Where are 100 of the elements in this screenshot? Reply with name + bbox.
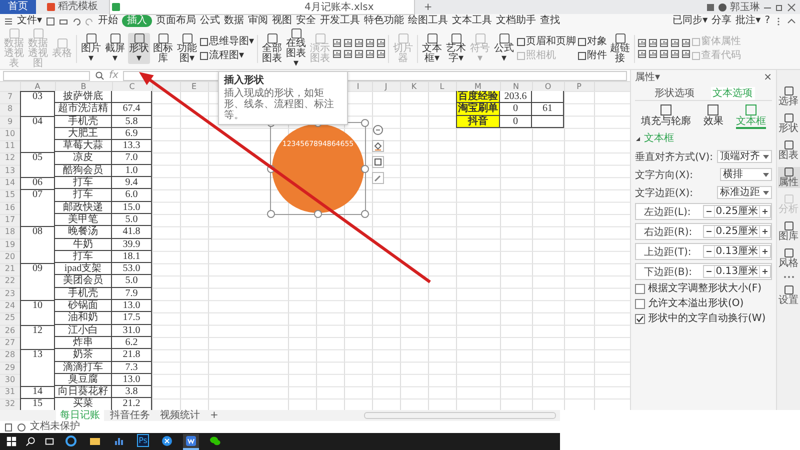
- ribbon-button[interactable]: 形状▾: [128, 33, 150, 64]
- column-header[interactable]: I: [344, 82, 372, 91]
- sidebar-item[interactable]: 选择: [778, 86, 800, 107]
- sidebar-item[interactable]: 图表: [778, 140, 800, 161]
- menu-tab[interactable]: 特色功能: [364, 14, 404, 28]
- menu-tab[interactable]: 数据: [224, 14, 244, 28]
- column-header[interactable]: L: [428, 82, 456, 91]
- start-icon[interactable]: [6, 436, 17, 447]
- chart-type-icon[interactable]: [377, 39, 386, 47]
- ribbon-button[interactable]: 在线图表▾: [285, 28, 308, 69]
- menu-tab[interactable]: 审阅: [248, 14, 268, 28]
- search-icon[interactable]: [25, 436, 36, 447]
- more-icon[interactable]: [782, 275, 794, 279]
- chart-type-icon[interactable]: [638, 39, 646, 47]
- chart-type-icon[interactable]: [649, 50, 658, 58]
- horizontal-scrollbar[interactable]: [364, 412, 556, 419]
- menu-tab[interactable]: 文档助手: [496, 14, 536, 28]
- sidebar-item[interactable]: 设置: [778, 285, 800, 306]
- chart-type-icon[interactable]: [671, 50, 680, 58]
- menu-tab[interactable]: 公式: [200, 14, 220, 28]
- chart-type-icon[interactable]: [682, 39, 690, 47]
- column-header[interactable]: M: [456, 82, 500, 91]
- chart-type-icon[interactable]: [355, 50, 364, 58]
- plus-icon[interactable]: [760, 246, 770, 257]
- sidebar-item[interactable]: 图库: [778, 221, 800, 242]
- column-header[interactable]: N: [500, 82, 532, 91]
- toolbar-action[interactable]: 分享: [712, 14, 732, 28]
- dropdown-field[interactable]: 顶端对齐: [717, 150, 772, 163]
- menu-tab[interactable]: 安全: [296, 14, 316, 28]
- chart-type-icon[interactable]: [333, 39, 342, 47]
- resize-handle[interactable]: [361, 210, 369, 218]
- toolbar-action[interactable]: 已同步▾: [672, 14, 708, 28]
- ribbon-button[interactable]: 公式▾: [493, 33, 516, 64]
- sheet-tab[interactable]: 视频统计: [156, 410, 204, 421]
- ribbon-button[interactable]: 图标库: [152, 33, 174, 64]
- chart-type-icon[interactable]: [660, 50, 668, 58]
- restore-icon[interactable]: [775, 2, 784, 12]
- save-icon[interactable]: [46, 16, 56, 26]
- ribbon-button[interactable]: 流程图▾: [200, 50, 254, 61]
- print-icon[interactable]: [59, 16, 68, 26]
- column-header[interactable]: C: [112, 82, 152, 91]
- ribbon-button[interactable]: 思维导图▾: [200, 36, 254, 47]
- column-header[interactable]: J: [372, 82, 400, 91]
- close-icon[interactable]: [787, 2, 796, 12]
- document-tab[interactable]: 稻壳模板: [39, 0, 106, 14]
- ribbon-button[interactable]: 超链接: [609, 33, 632, 64]
- document-icon[interactable]: [4, 422, 13, 432]
- panel-subtab[interactable]: 效果: [703, 104, 724, 129]
- chart-type-icon[interactable]: [638, 50, 646, 58]
- chart-type-icon[interactable]: [660, 39, 668, 47]
- minus-circle-icon[interactable]: [372, 124, 384, 136]
- taskbar-app-button[interactable]: [63, 434, 79, 450]
- resize-handle[interactable]: [314, 210, 322, 218]
- menu-tab[interactable]: 页面布局: [156, 14, 196, 28]
- file-menu[interactable]: 文件▾: [17, 14, 42, 28]
- user-name[interactable]: 郭玉琳: [730, 0, 760, 14]
- menu-tab[interactable]: 绘图工具: [408, 14, 448, 28]
- status-text[interactable]: 文档未保护: [30, 421, 80, 433]
- search-button[interactable]: 查找: [540, 14, 560, 28]
- chart-type-icon[interactable]: [671, 39, 680, 47]
- fill-icon[interactable]: [372, 140, 384, 152]
- plus-icon[interactable]: [760, 206, 770, 217]
- new-tab-button[interactable]: +: [418, 0, 438, 14]
- column-header[interactable]: P: [564, 82, 594, 91]
- dropdown-field[interactable]: 标准边距: [717, 186, 772, 199]
- resize-handle[interactable]: [361, 119, 369, 127]
- document-tab[interactable]: 4月记账本.xlsx: [109, 0, 415, 15]
- plus-icon[interactable]: [760, 266, 770, 277]
- column-header[interactable]: A: [20, 82, 55, 91]
- sheet-tab[interactable]: 抖音任务: [106, 410, 154, 421]
- menu-tab[interactable]: 视图: [272, 14, 292, 28]
- ribbon-button[interactable]: 全部图表: [261, 33, 284, 64]
- collapse-icon[interactable]: [787, 16, 796, 26]
- menu-tab[interactable]: 开发工具: [320, 14, 360, 28]
- ribbon-button[interactable]: 页眉和页脚: [517, 36, 576, 47]
- chart-type-icon[interactable]: [355, 39, 364, 47]
- undo-icon[interactable]: [72, 16, 82, 26]
- menu-tab[interactable]: 开始: [98, 14, 118, 28]
- checkbox[interactable]: [635, 314, 645, 324]
- sidebar-item[interactable]: 属性: [778, 167, 800, 188]
- ribbon-button[interactable]: 文本框▾: [421, 33, 444, 64]
- column-header[interactable]: O: [532, 82, 564, 91]
- resize-handle[interactable]: [267, 210, 275, 218]
- document-tab[interactable]: 首页: [0, 0, 36, 14]
- menu-icon[interactable]: [4, 16, 13, 26]
- chart-type-icon[interactable]: [377, 50, 386, 58]
- chart-type-icon[interactable]: [344, 39, 352, 47]
- chart-type-icon[interactable]: [649, 39, 658, 47]
- outline-icon[interactable]: [372, 156, 384, 168]
- taskbar-app-button[interactable]: Ps: [135, 434, 151, 450]
- toolbar-action[interactable]: 批注▾: [736, 14, 761, 28]
- panel-title[interactable]: 属性▾: [635, 72, 660, 84]
- close-button[interactable]: ×: [764, 72, 772, 84]
- pencil-icon[interactable]: [372, 172, 384, 184]
- zoom-icon[interactable]: [95, 71, 104, 80]
- ribbon-button[interactable]: 功能图▾: [176, 33, 198, 64]
- panel-subtab[interactable]: 填充与轮廓: [641, 104, 692, 129]
- menu-tab[interactable]: 文本工具: [452, 14, 492, 28]
- ribbon-button[interactable]: 附件: [578, 50, 608, 61]
- taskbar-app-button[interactable]: [183, 434, 199, 450]
